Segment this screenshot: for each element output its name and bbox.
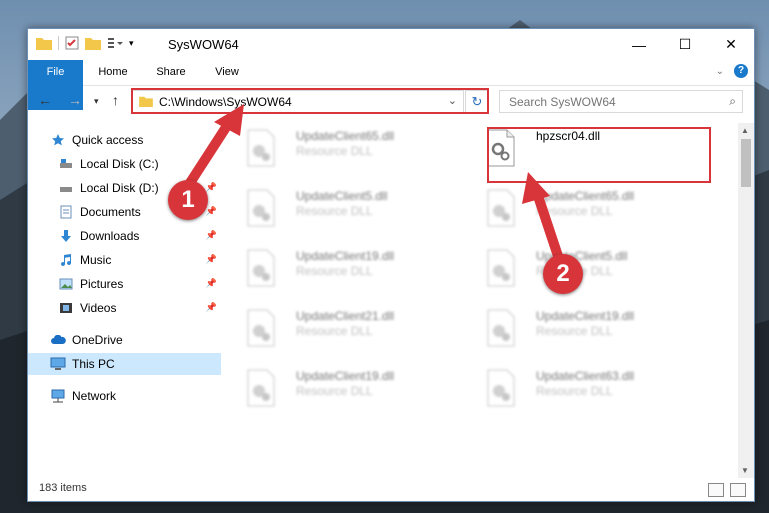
step-marker-1: 1	[168, 180, 208, 220]
annotation-arrows	[183, 104, 565, 267]
step-marker-2: 2	[543, 254, 583, 294]
